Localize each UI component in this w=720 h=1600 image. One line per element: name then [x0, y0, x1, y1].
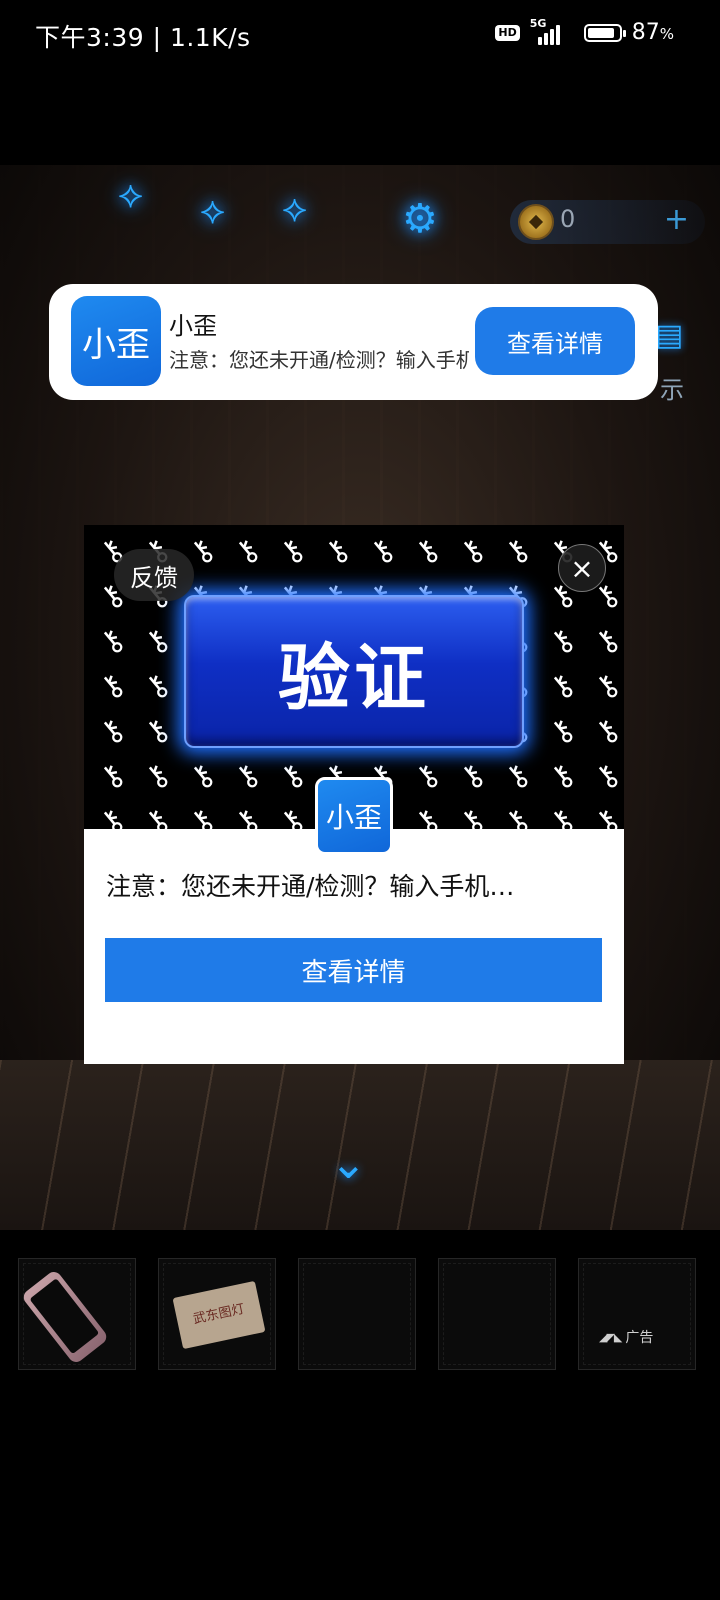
- ad-label: 广告: [625, 1330, 654, 1346]
- status-time-speed: 下午3:39 | 1.1K/s: [35, 23, 251, 52]
- verify-button[interactable]: 验证: [184, 595, 524, 748]
- feedback-button[interactable]: 反馈: [114, 549, 194, 601]
- hd-icon: HD: [495, 24, 520, 41]
- app-icon: 小歪: [71, 296, 161, 386]
- view-details-button[interactable]: 查看详情: [475, 307, 635, 375]
- coin-counter: 0 +: [510, 200, 705, 244]
- battery-percent: 87%: [631, 20, 674, 45]
- battery-icon: [583, 23, 626, 42]
- signal-icon: 5G: [530, 17, 574, 45]
- inventory-slot-phone[interactable]: [18, 1258, 136, 1370]
- inventory-slot-empty[interactable]: [438, 1258, 556, 1370]
- book-icon[interactable]: ▤: [655, 318, 695, 366]
- inventory-slot-empty[interactable]: [298, 1258, 416, 1370]
- popup-description: 注意：您还未开通/检测？输入手机…: [106, 872, 515, 901]
- hint-label-partial: 示: [660, 376, 684, 404]
- add-coins-button[interactable]: +: [664, 202, 689, 237]
- butterfly-icon: ⟡: [282, 186, 308, 230]
- ad-logo-icon: ◢◤◣: [599, 1330, 622, 1344]
- chevron-down-icon[interactable]: ⌄: [330, 1138, 367, 1189]
- notification-title: 小歪: [169, 312, 217, 340]
- inventory-bar: 武东图灯 ◢◤◣ 广告: [18, 1258, 708, 1370]
- inventory-slot-paper[interactable]: 武东图灯: [158, 1258, 276, 1370]
- notification-banner[interactable]: 小歪 小歪 注意：您还未开通/检测？输入手机号查询 查看详情: [49, 284, 658, 400]
- inventory-slot-ad[interactable]: ◢◤◣ 广告: [578, 1258, 696, 1370]
- gear-icon[interactable]: ⚙: [402, 196, 438, 242]
- ad-tag: ◢◤◣ 广告: [599, 1327, 653, 1347]
- butterfly-icon: ⟡: [200, 188, 226, 232]
- view-details-button[interactable]: 查看详情: [105, 938, 602, 1002]
- app-icon: 小歪: [315, 777, 393, 855]
- butterfly-icon: ⟡: [118, 172, 144, 216]
- ad-popup: ⚷ ⚷ ⚷ ⚷ ⚷ ⚷ ⚷ ⚷ ⚷ ⚷ ⚷ ⚷ ⚷ ⚷ ⚷ ⚷ ⚷ ⚷ ⚷ ⚷ ⚷ ⚷ ⚷ ⚷ ⚷ ⚷ ⚷ ⚷ ⚷ ⚷ ⚷ ⚷ ⚷ ⚷ ⚷ ⚷ ⚷ ⚷ ⚷ ⚷…: [84, 525, 624, 1064]
- coin-icon: [518, 204, 554, 240]
- phone-item-icon: [20, 1268, 110, 1366]
- status-icons: HD 5G 87%: [495, 17, 674, 45]
- notification-body: 注意：您还未开通/检测？输入手机号查询: [169, 348, 469, 372]
- paper-item: 武东图灯: [172, 1280, 266, 1350]
- coin-count: 0: [560, 205, 576, 233]
- status-bar: 下午3:39 | 1.1K/s HD 5G 87%: [0, 0, 720, 70]
- close-icon[interactable]: ×: [558, 544, 606, 592]
